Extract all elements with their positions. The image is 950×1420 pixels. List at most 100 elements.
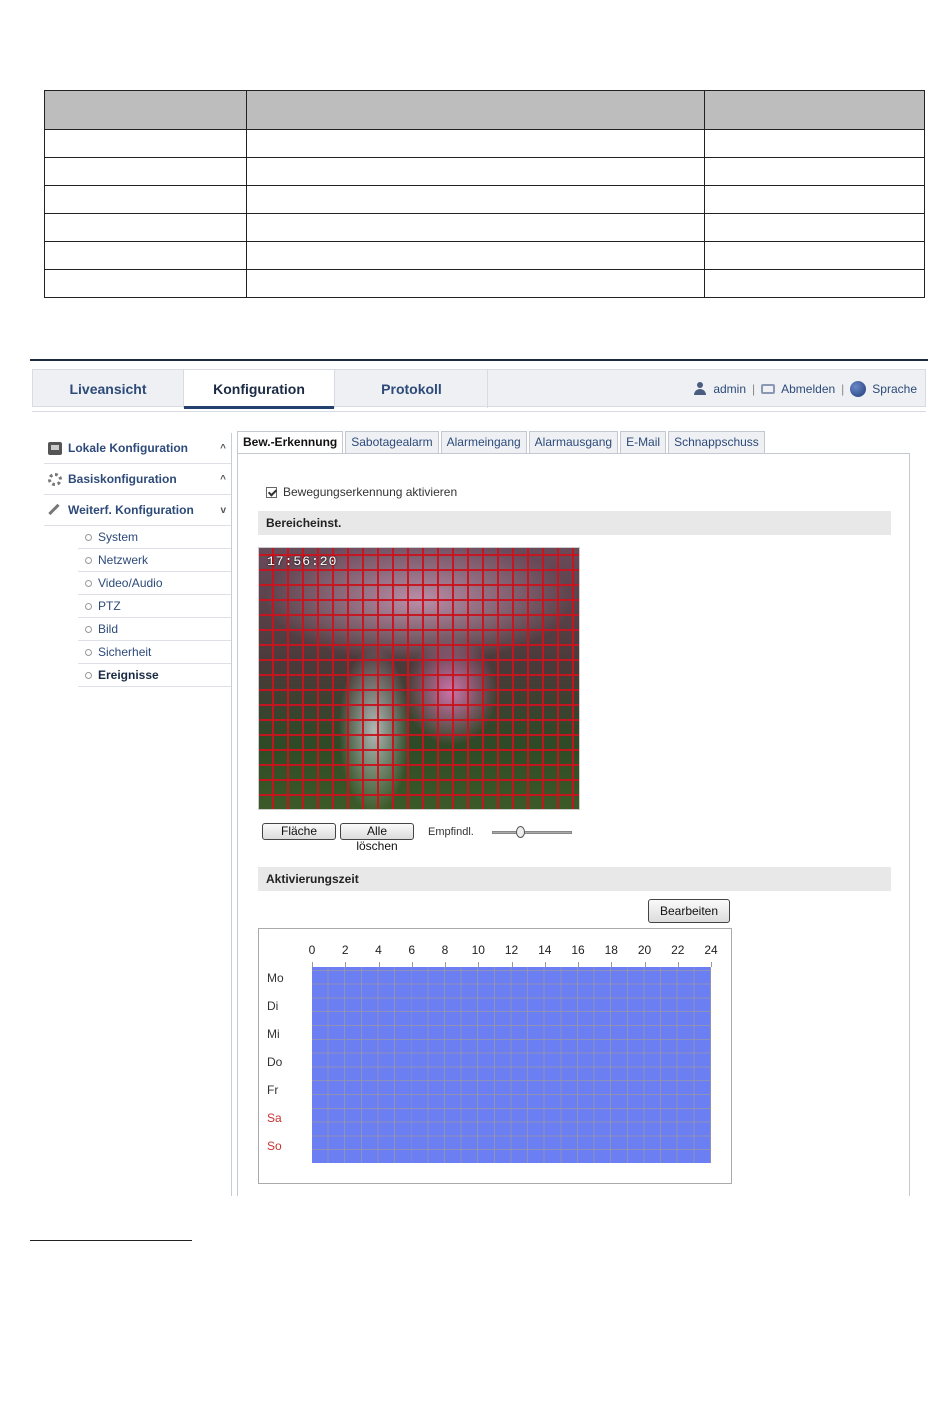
empty-table: [44, 90, 925, 298]
hour-label: 4: [375, 943, 382, 957]
hour-tick: [544, 962, 546, 967]
table-cell: [246, 129, 705, 158]
tab-liveansicht[interactable]: Liveansicht: [33, 370, 183, 408]
table-cell: [246, 269, 705, 298]
table-cell: [44, 129, 247, 158]
clear-all-button[interactable]: Alle löschen: [340, 823, 414, 853]
hour-tick: [478, 962, 480, 967]
tab-protokoll[interactable]: Protokoll: [336, 370, 488, 408]
table-cell: [704, 157, 925, 186]
table-row: [44, 185, 925, 214]
sidebar-item-bild[interactable]: Bild: [78, 618, 232, 641]
camera-timestamp: 17:56:20: [267, 554, 338, 569]
sensitivity-label: Empfindl.: [428, 825, 474, 838]
sidebar-section-label: Basiskonfiguration: [68, 472, 177, 486]
top-navbar: Liveansicht Konfiguration Protokoll admi…: [32, 369, 926, 409]
hour-tick: [611, 962, 613, 967]
camera-web-ui: Liveansicht Konfiguration Protokoll admi…: [30, 359, 928, 1196]
table-cell: [246, 157, 705, 186]
day-label: Sa: [267, 1111, 282, 1125]
chevron-up-icon: ^: [220, 443, 226, 454]
schedule-grid[interactable]: [312, 967, 711, 1163]
area-settings-header: Bereicheinst.: [258, 511, 891, 535]
table-header-cell: [704, 90, 925, 130]
day-label: Fr: [267, 1083, 279, 1097]
bullet-icon: [85, 580, 92, 587]
area-button[interactable]: Fläche: [262, 823, 336, 840]
sidebar-item-sicherheit[interactable]: Sicherheit: [78, 641, 232, 664]
sidebar-item-video-audio[interactable]: Video/Audio: [78, 572, 232, 595]
sidebar-item-label: Sicherheit: [98, 645, 152, 659]
hour-label: 14: [538, 943, 552, 957]
camera-preview[interactable]: 17:56:20: [258, 547, 580, 810]
sidebar-item-system[interactable]: System: [78, 526, 232, 549]
table-cell: [704, 241, 925, 270]
sidebar-section-label: Weiterf. Konfiguration: [68, 503, 194, 517]
divider: [32, 411, 926, 412]
bullet-icon: [85, 672, 92, 679]
enable-motion-checkbox[interactable]: [266, 486, 277, 498]
sidebar-item-netzwerk[interactable]: Netzwerk: [78, 549, 232, 572]
day-label: So: [267, 1139, 282, 1153]
sensitivity-slider[interactable]: [491, 825, 572, 839]
bullet-icon: [85, 534, 92, 541]
tab-motion-detection[interactable]: Bew.-Erkennung: [237, 431, 344, 454]
activation-time-header: Aktivierungszeit: [258, 867, 891, 891]
language-link[interactable]: Sprache: [872, 370, 917, 408]
hour-tick: [644, 962, 646, 967]
tab-snapshot[interactable]: Schnappschuss: [668, 431, 765, 454]
sidebar-subitems: System Netzwerk Video/Audio PTZ Bild Sic…: [78, 526, 232, 687]
tab-alarm-input[interactable]: Alarmeingang: [440, 431, 527, 454]
hour-label: 8: [441, 943, 449, 957]
slider-thumb[interactable]: [515, 825, 525, 838]
enable-motion-label: Bewegungserkennung aktivieren: [283, 485, 458, 499]
hour-label: 20: [637, 943, 652, 957]
table-cell: [44, 185, 247, 214]
day-label: Mi: [267, 1027, 280, 1041]
hour-tick: [578, 962, 579, 967]
logout-icon: [761, 384, 776, 394]
user-menu: admin | Abmelden | Sprache: [693, 370, 917, 408]
tab-tamper-alarm[interactable]: Sabotagealarm: [345, 431, 439, 454]
logout-link[interactable]: Abmelden: [781, 370, 835, 408]
chevron-up-icon: ^: [220, 474, 226, 485]
day-label: Do: [267, 1055, 283, 1069]
divider: [231, 433, 232, 1196]
hour-label: 12: [504, 943, 519, 957]
footnote-separator: [30, 1240, 192, 1241]
sidebar-item-ereignisse[interactable]: Ereignisse: [78, 664, 232, 687]
hour-label: 22: [671, 943, 685, 957]
sidebar-item-ptz[interactable]: PTZ: [78, 595, 232, 618]
hour-label: 10: [471, 943, 485, 957]
bullet-icon: [85, 557, 92, 564]
tab-konfiguration[interactable]: Konfiguration: [183, 370, 335, 409]
sidebar-item-label: PTZ: [98, 599, 121, 613]
bullet-icon: [85, 649, 92, 656]
table-cell: [704, 185, 925, 214]
tab-email[interactable]: E-Mail: [620, 431, 667, 454]
hour-tick: [378, 962, 380, 967]
sidebar-section-basic[interactable]: Basiskonfiguration ^: [44, 464, 232, 495]
hour-label: 16: [571, 943, 585, 957]
table-row: [44, 129, 925, 158]
tab-alarm-output[interactable]: Alarmausgang: [528, 431, 619, 454]
hour-tick: [345, 962, 347, 967]
table-cell: [704, 129, 925, 158]
chevron-down-icon: v: [220, 505, 226, 516]
bullet-icon: [85, 603, 92, 610]
edit-button[interactable]: Bearbeiten: [648, 899, 730, 923]
separator: |: [752, 382, 756, 396]
sidebar-section-local[interactable]: Lokale Konfiguration ^: [44, 433, 232, 464]
hour-label: 18: [604, 943, 618, 957]
sidebar-item-label: Ereignisse: [98, 668, 159, 682]
sidebar-section-advanced[interactable]: Weiterf. Konfiguration v: [44, 495, 232, 526]
table-row: [44, 213, 925, 242]
hour-label: 2: [341, 943, 349, 957]
table-row: [44, 269, 925, 298]
wrench-icon: [48, 503, 62, 518]
sidebar-section-label: Lokale Konfiguration: [68, 441, 188, 455]
table-header-cell: [44, 90, 247, 130]
username[interactable]: admin: [713, 370, 746, 408]
sidebar: Lokale Konfiguration ^ Basiskonfiguratio…: [44, 433, 232, 687]
table-cell: [704, 213, 925, 242]
